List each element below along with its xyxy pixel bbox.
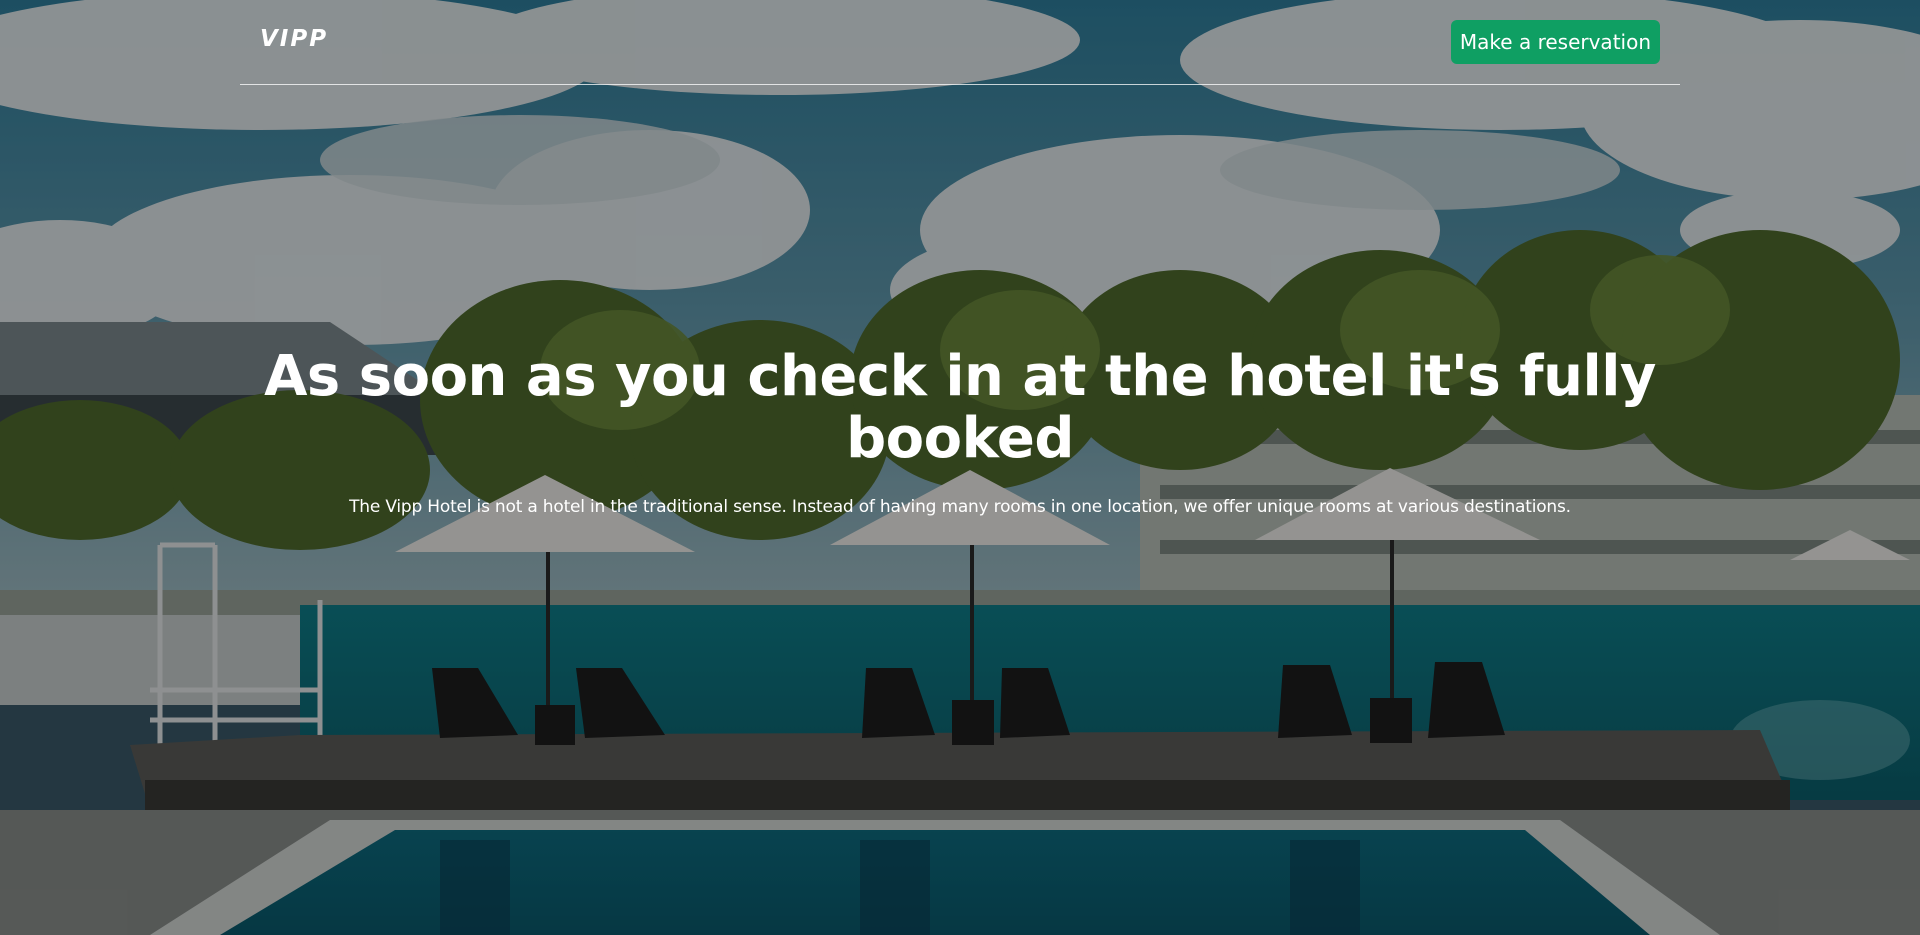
brand-logo[interactable]: VIPP xyxy=(260,26,328,52)
hero-headline: As soon as you check in at the hotel it'… xyxy=(264,344,1656,471)
hero-section: VIPP Make a reservation As soon as you c… xyxy=(0,0,1920,935)
top-navigation: VIPP Make a reservation xyxy=(240,0,1680,85)
make-reservation-button[interactable]: Make a reservation xyxy=(1450,20,1660,64)
hero-description: The Vipp Hotel is not a hotel in the tra… xyxy=(349,497,1571,517)
